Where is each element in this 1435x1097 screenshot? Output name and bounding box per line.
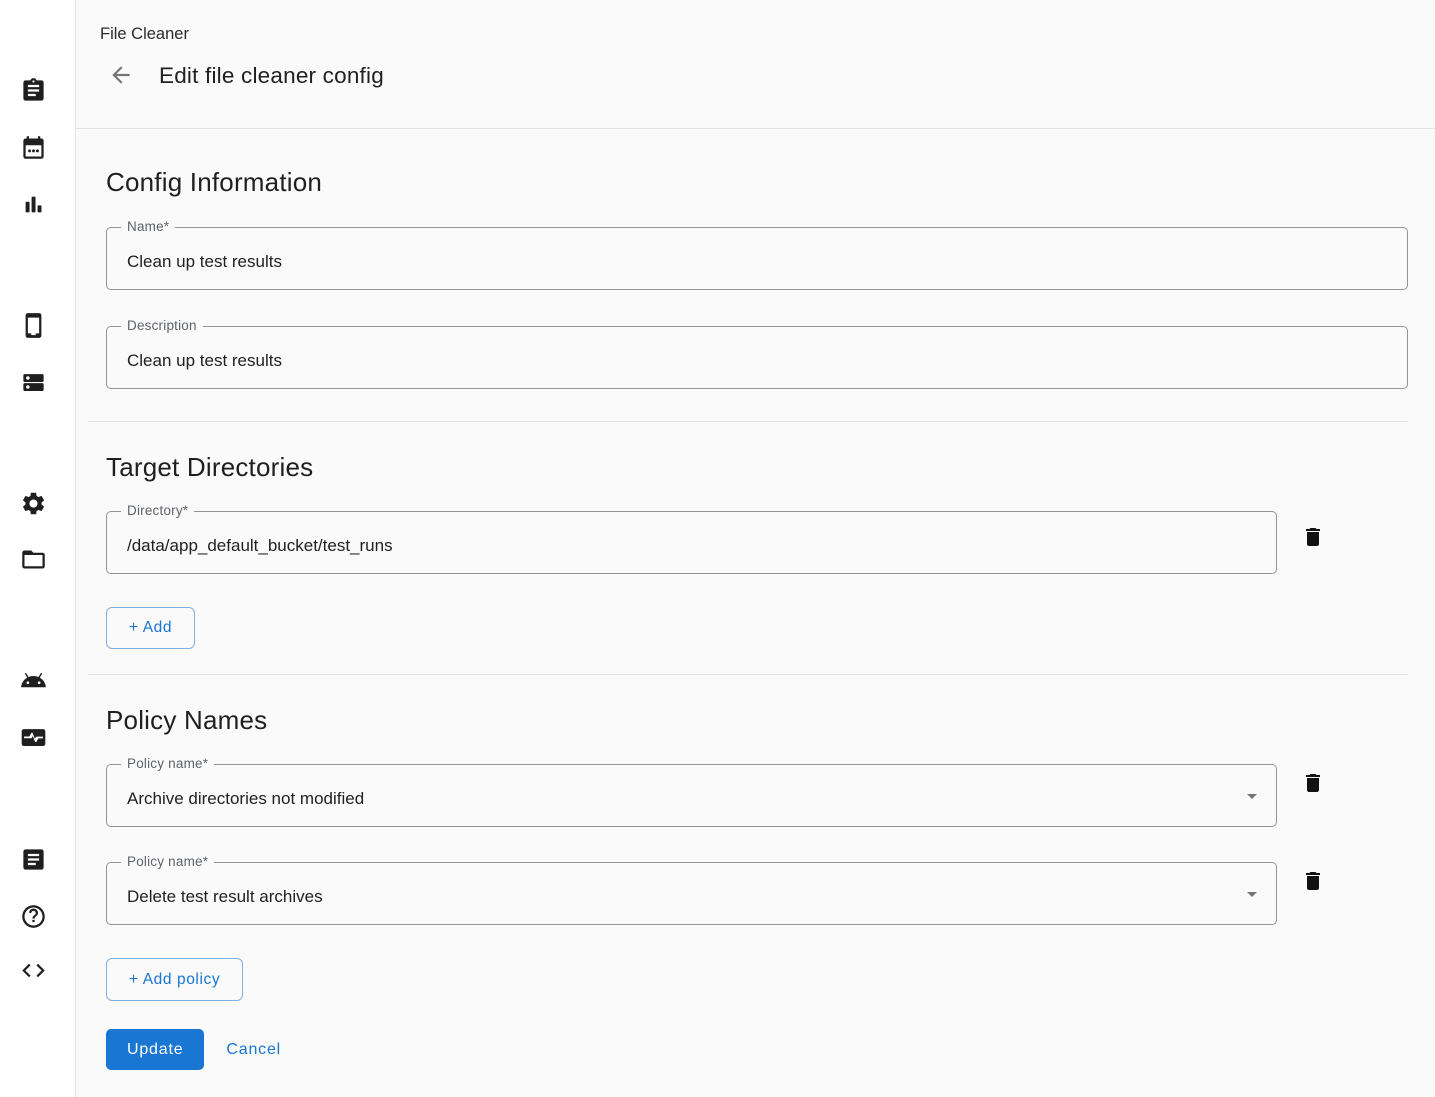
sidebar bbox=[0, 0, 76, 1097]
delete-policy-button[interactable] bbox=[1300, 869, 1326, 895]
sidebar-item-devices[interactable] bbox=[18, 312, 48, 342]
gear-icon bbox=[20, 490, 47, 520]
trash-icon bbox=[1301, 771, 1325, 798]
smartphone-icon bbox=[20, 312, 47, 342]
page-title: Edit file cleaner config bbox=[159, 63, 384, 89]
cancel-button[interactable]: Cancel bbox=[218, 1033, 289, 1067]
article-icon bbox=[20, 846, 47, 876]
policy-select-1[interactable]: Policy name* Archive directories not mod… bbox=[106, 764, 1277, 827]
content: Config Information Name* Description Tar… bbox=[76, 129, 1435, 1097]
policy-select-2[interactable]: Policy name* Delete test result archives bbox=[106, 862, 1277, 925]
section-title-directories: Target Directories bbox=[106, 450, 1408, 484]
delete-directory-button[interactable] bbox=[1300, 525, 1326, 551]
sidebar-item-schedule[interactable] bbox=[18, 134, 48, 164]
directory-input[interactable] bbox=[107, 512, 1276, 573]
trash-icon bbox=[1301, 525, 1325, 552]
android-icon bbox=[20, 667, 47, 697]
help-icon bbox=[20, 903, 47, 933]
section-divider bbox=[88, 674, 1408, 675]
server-icon bbox=[20, 369, 47, 399]
policy-select-value: Archive directories not modified bbox=[107, 765, 1276, 826]
policy-row: Policy name* Archive directories not mod… bbox=[106, 764, 1408, 827]
delete-policy-button[interactable] bbox=[1300, 771, 1326, 797]
sidebar-item-settings[interactable] bbox=[18, 490, 48, 520]
trash-icon bbox=[1301, 869, 1325, 896]
description-input[interactable] bbox=[107, 327, 1407, 388]
policy-field-label: Policy name* bbox=[121, 756, 214, 771]
sidebar-item-monitoring[interactable] bbox=[18, 724, 48, 754]
name-input[interactable] bbox=[107, 228, 1407, 289]
directory-field-label: Directory* bbox=[121, 503, 194, 518]
arrow-drop-down-icon bbox=[1240, 784, 1264, 808]
policy-row: Policy name* Delete test result archives bbox=[106, 862, 1408, 925]
arrow-drop-down-icon bbox=[1240, 882, 1264, 906]
page-header: File Cleaner Edit file cleaner config bbox=[76, 0, 1435, 129]
sidebar-item-servers[interactable] bbox=[18, 369, 48, 399]
sidebar-item-files[interactable] bbox=[18, 546, 48, 576]
name-field-container: Name* bbox=[106, 227, 1408, 290]
sidebar-item-android[interactable] bbox=[18, 667, 48, 697]
description-field-container: Description bbox=[106, 326, 1408, 389]
policy-select-value: Delete test result archives bbox=[107, 863, 1276, 924]
code-icon bbox=[20, 957, 47, 987]
description-field-label: Description bbox=[121, 318, 203, 333]
sidebar-item-code[interactable] bbox=[18, 957, 48, 987]
name-field-label: Name* bbox=[121, 219, 175, 234]
section-divider bbox=[88, 421, 1408, 422]
sidebar-item-tasks[interactable] bbox=[18, 77, 48, 107]
directory-field-container: Directory* bbox=[106, 511, 1277, 574]
sidebar-item-logs[interactable] bbox=[18, 846, 48, 876]
form-actions: Update Cancel bbox=[106, 1029, 1408, 1070]
app-title: File Cleaner bbox=[100, 25, 1435, 44]
clipboard-icon bbox=[20, 77, 47, 107]
folder-icon bbox=[20, 546, 47, 576]
add-policy-button[interactable]: + Add policy bbox=[106, 958, 243, 1001]
sidebar-item-stats[interactable] bbox=[18, 191, 48, 221]
section-title-policies: Policy Names bbox=[106, 703, 1408, 737]
bar-chart-icon bbox=[20, 191, 47, 221]
main-panel: File Cleaner Edit file cleaner config Co… bbox=[76, 0, 1435, 1097]
sidebar-item-help[interactable] bbox=[18, 903, 48, 933]
arrow-back-icon bbox=[108, 62, 134, 91]
calendar-icon bbox=[20, 134, 47, 164]
monitor-pulse-icon bbox=[20, 724, 47, 754]
app-root: File Cleaner Edit file cleaner config Co… bbox=[0, 0, 1435, 1097]
back-button[interactable] bbox=[106, 61, 136, 91]
section-title-config: Config Information bbox=[106, 165, 1408, 199]
directory-row: Directory* bbox=[106, 511, 1408, 574]
policy-field-label: Policy name* bbox=[121, 854, 214, 869]
update-button[interactable]: Update bbox=[106, 1029, 204, 1070]
add-directory-button[interactable]: + Add bbox=[106, 607, 195, 649]
